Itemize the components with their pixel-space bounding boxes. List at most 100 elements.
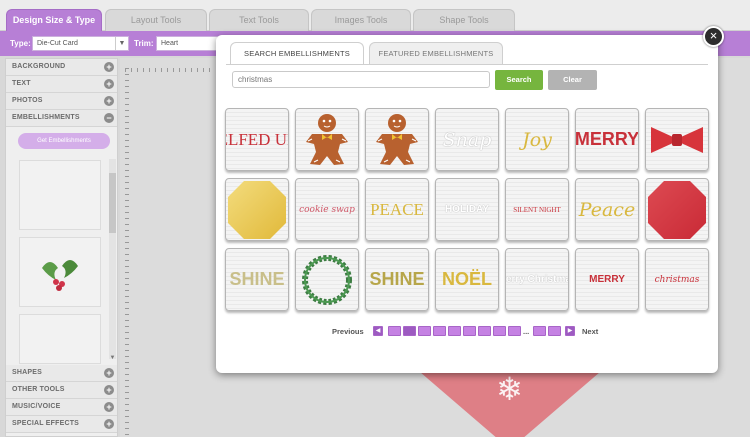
- sidebar-item-label: BACKGROUND: [12, 63, 66, 70]
- embellishment-text: ELFED UP: [226, 129, 288, 149]
- tab-images-tools[interactable]: Images Tools: [311, 9, 411, 31]
- type-label: Type:: [10, 39, 31, 48]
- embellishment-item[interactable]: MERRY: [575, 248, 639, 311]
- horizontal-ruler: [125, 68, 215, 72]
- pager-page[interactable]: [508, 326, 521, 336]
- gold-badge-icon: [228, 180, 286, 239]
- pager-page[interactable]: [448, 326, 461, 336]
- embellishment-thumbnail[interactable]: [19, 314, 101, 364]
- sidebar-item-label: EMBELLISHMENTS: [12, 114, 80, 121]
- embellishment-item[interactable]: SILENT NIGHT: [505, 178, 569, 241]
- embellishment-item[interactable]: ELFED UP: [225, 108, 289, 171]
- embellishment-item[interactable]: Merry Christmas: [505, 248, 569, 311]
- embellishment-item[interactable]: SHINE: [365, 248, 429, 311]
- holly-icon: [42, 260, 78, 291]
- plus-icon[interactable]: +: [104, 385, 114, 395]
- embellishment-text: SHINE: [369, 269, 425, 289]
- plus-icon[interactable]: +: [104, 96, 114, 106]
- embellishment-text: Peace: [578, 198, 636, 221]
- sidebar-item-label: SHAPES: [12, 369, 42, 376]
- sidebar-item-label: SPECIAL EFFECTS: [12, 420, 80, 427]
- search-input[interactable]: christmas: [232, 71, 490, 88]
- embellishment-item[interactable]: HOLIDAY: [435, 178, 499, 241]
- embellishment-item[interactable]: NOËL: [435, 248, 499, 311]
- sidebar-item-special-effects[interactable]: SPECIAL EFFECTS +: [6, 416, 117, 433]
- tab-featured-embellishments[interactable]: FEATURED EMBELLISHMENTS: [369, 42, 503, 65]
- sidebar-item-text[interactable]: TEXT +: [6, 76, 117, 93]
- tab-layout-tools[interactable]: Layout Tools: [105, 9, 207, 31]
- embellishment-text: Joy: [522, 128, 552, 151]
- plus-icon[interactable]: +: [104, 62, 114, 72]
- trim-label: Trim:: [134, 39, 154, 48]
- embellishment-item[interactable]: cookie swap: [295, 178, 359, 241]
- embellishment-text: SILENT NIGHT: [513, 205, 561, 214]
- pager-page[interactable]: [548, 326, 561, 336]
- embellishment-item[interactable]: Peace: [575, 178, 639, 241]
- tab-shape-tools[interactable]: Shape Tools: [413, 9, 515, 31]
- sidebar-item-music-voice[interactable]: MUSIC/VOICE +: [6, 399, 117, 416]
- embellishment-item[interactable]: SHINE: [225, 248, 289, 311]
- embellishment-text: Snap: [442, 128, 492, 151]
- embellishment-item[interactable]: PEACE: [365, 178, 429, 241]
- sidebar-item-embellishments[interactable]: EMBELLISHMENTS −: [6, 110, 117, 127]
- type-select[interactable]: Die-Cut Card ▼: [32, 36, 129, 51]
- pager-page[interactable]: [493, 326, 506, 336]
- sidebar-item-photos[interactable]: PHOTOS +: [6, 93, 117, 110]
- sidebar-item-background[interactable]: BACKGROUND +: [6, 59, 117, 76]
- pager-page[interactable]: [463, 326, 476, 336]
- minus-icon[interactable]: −: [104, 113, 114, 123]
- tab-search-embellishments[interactable]: SEARCH EMBELLISHMENTS: [230, 42, 364, 65]
- get-embellishments-button[interactable]: Get Embellishments: [18, 133, 110, 149]
- trim-select-value: Heart: [161, 40, 179, 47]
- pager-previous[interactable]: Previous: [332, 327, 364, 336]
- pager-page[interactable]: [478, 326, 491, 336]
- pager-page[interactable]: [533, 326, 546, 336]
- plus-icon[interactable]: +: [104, 402, 114, 412]
- plus-icon[interactable]: +: [104, 79, 114, 89]
- gingerbread-icon: [306, 113, 348, 165]
- plus-icon[interactable]: +: [104, 419, 114, 429]
- embellishment-text: SHINE: [229, 269, 285, 289]
- embellishment-item[interactable]: [365, 108, 429, 171]
- embellishment-item[interactable]: [645, 178, 709, 241]
- embellishment-item[interactable]: [645, 108, 709, 171]
- embellishment-item[interactable]: christmas: [645, 248, 709, 311]
- pager-page[interactable]: [433, 326, 446, 336]
- type-select-value: Die-Cut Card: [37, 40, 78, 47]
- chevron-left-icon[interactable]: ◀: [373, 326, 383, 336]
- embellishment-item[interactable]: Joy: [505, 108, 569, 171]
- tab-text-tools[interactable]: Text Tools: [209, 9, 309, 31]
- embellishment-thumbnail[interactable]: [19, 237, 101, 307]
- chevron-right-icon[interactable]: ▶: [565, 326, 575, 336]
- close-icon[interactable]: ×: [703, 26, 724, 47]
- embellishment-item[interactable]: [295, 108, 359, 171]
- chevron-down-icon: ▼: [115, 37, 128, 50]
- pager-page[interactable]: [418, 326, 431, 336]
- pager-ellipsis: ...: [523, 327, 530, 336]
- embellishment-item[interactable]: [295, 248, 359, 311]
- embellishment-text: NOËL: [441, 269, 492, 289]
- sidebar-item-shapes[interactable]: SHAPES +: [6, 365, 117, 382]
- embellishments-modal: SEARCH EMBELLISHMENTS FEATURED EMBELLISH…: [216, 35, 718, 373]
- sidebar-scrollbar[interactable]: [109, 159, 116, 359]
- sidebar-item-label: TEXT: [12, 80, 31, 87]
- embellishment-item[interactable]: MERRY: [575, 108, 639, 171]
- snowflake-icon: ❄: [496, 371, 523, 407]
- scroll-down-icon[interactable]: ▼: [109, 355, 116, 361]
- pager-page[interactable]: [388, 326, 401, 336]
- embellishment-item[interactable]: Snap: [435, 108, 499, 171]
- trim-select[interactable]: Heart: [156, 36, 218, 51]
- pager-next[interactable]: Next: [582, 327, 598, 336]
- search-button[interactable]: Search: [495, 70, 543, 90]
- embellishment-text: MERRY: [589, 274, 625, 285]
- plus-icon[interactable]: +: [104, 368, 114, 378]
- clear-button[interactable]: Clear: [548, 70, 597, 90]
- pager-page-current[interactable]: [403, 326, 416, 336]
- sidebar-item-other-tools[interactable]: OTHER TOOLS +: [6, 382, 117, 399]
- top-tab-bar: Design Size & Type Layout Tools Text Too…: [0, 0, 750, 31]
- embellishment-text: Merry Christmas: [505, 274, 568, 285]
- embellishment-item[interactable]: [225, 178, 289, 241]
- tab-design-size-type[interactable]: Design Size & Type: [6, 9, 102, 31]
- sidebar-item-label: MUSIC/VOICE: [12, 403, 61, 410]
- embellishment-thumbnail[interactable]: [19, 160, 101, 230]
